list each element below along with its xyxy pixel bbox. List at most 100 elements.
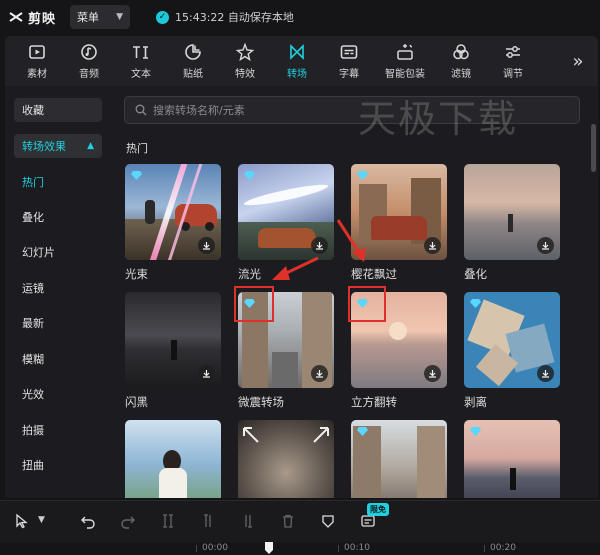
sidebar-item-hot[interactable]: 热门 [14, 170, 44, 194]
tool-label: 音频 [79, 69, 99, 80]
scrollbar[interactable] [591, 124, 596, 172]
trim-left-icon [204, 514, 211, 527]
tool-media[interactable]: 素材 [11, 38, 63, 84]
transition-card[interactable] [351, 420, 447, 498]
sidebar-item-blur[interactable]: 模糊 [14, 347, 44, 371]
transition-card[interactable]: 流光 [238, 164, 334, 282]
transition-card[interactable]: 闪黑 [125, 292, 221, 410]
sidebar-item-label: 最新 [22, 317, 44, 330]
sidebar-item-label: 扭曲 [22, 459, 44, 472]
download-icon[interactable] [537, 237, 554, 254]
tool-label: 特效 [235, 69, 255, 80]
tool-transitions[interactable]: 转场 [271, 38, 323, 84]
sidebar-item-light-fx[interactable]: 光效 [14, 382, 44, 406]
thumbnail-beam [125, 164, 221, 260]
download-icon[interactable] [424, 365, 441, 382]
download-icon[interactable] [424, 237, 441, 254]
sidebar-item-slideshow[interactable]: 幻灯片 [14, 240, 55, 264]
timecode-label: 00:20 [490, 543, 516, 553]
timecode-label: 00:00 [202, 543, 228, 553]
sidebar-item-distort[interactable]: 扭曲 [14, 453, 44, 477]
ruler-tick [338, 545, 339, 552]
tool-text[interactable]: 文本 [115, 38, 167, 84]
tool-audio[interactable]: 音频 [63, 38, 115, 84]
tool-sticker[interactable]: 贴纸 [167, 38, 219, 84]
zoom-arrows-icon [243, 427, 329, 443]
card-name: 微震转场 [238, 395, 284, 409]
sliders-icon [506, 46, 520, 58]
sidebar-item-label: 光效 [22, 388, 44, 401]
card-name: 闪黑 [125, 395, 148, 409]
highlight-box [234, 286, 274, 322]
sidebar-item-camera-move[interactable]: 运镜 [14, 276, 44, 300]
tool-smart-package[interactable]: 智能包装 [375, 38, 435, 84]
thumbnail [125, 420, 221, 498]
sidebar-group-transitions[interactable]: 转场效果 ▲ [14, 134, 102, 158]
split-icon [163, 514, 173, 528]
split-button[interactable] [160, 513, 176, 529]
tool-adjust[interactable]: 调节 [487, 38, 539, 84]
ruler-tick [484, 545, 485, 552]
tool-filters[interactable]: 滤镜 [435, 38, 487, 84]
transition-card[interactable] [238, 420, 334, 498]
thumbnail-sakura [351, 164, 447, 260]
sticker-icon [185, 44, 201, 60]
shield-marker-icon [322, 515, 334, 528]
trim-right-icon [245, 515, 252, 528]
title-bar: 剪映 菜单 ▼ ✓ 15:43:22 自动保存本地 [0, 0, 600, 34]
timeline-ruler[interactable]: 00:00 00:10 00:20 [0, 542, 600, 555]
playhead-icon[interactable] [264, 542, 274, 555]
vip-diamond-icon [357, 427, 368, 436]
tool-subtitles[interactable]: 字幕 [323, 38, 375, 84]
autosave-text: 15:43:22 自动保存本地 [175, 11, 294, 24]
download-icon[interactable] [198, 365, 215, 382]
text-ti-icon [133, 46, 148, 59]
sidebar-item-newest[interactable]: 最新 [14, 311, 44, 335]
chevron-down-icon: ▼ [116, 12, 124, 22]
tool-label: 素材 [27, 69, 47, 80]
transition-card[interactable]: 光束 [125, 164, 221, 282]
tool-label: 调节 [503, 69, 523, 80]
menu-dropdown[interactable]: 菜单 ▼ [70, 5, 131, 29]
sidebar-item-label: 热门 [22, 176, 44, 189]
sidebar-item-shooting[interactable]: 拍摄 [14, 418, 44, 442]
tool-effects[interactable]: 特效 [219, 38, 271, 84]
redo-button[interactable] [120, 513, 136, 529]
transition-card[interactable] [125, 420, 221, 498]
sidebar-item-dissolve[interactable]: 叠化 [14, 205, 44, 229]
filter-circles-icon [453, 44, 469, 60]
app-logo: 剪映 [8, 8, 56, 27]
vip-diamond-icon [244, 171, 255, 180]
download-icon[interactable] [198, 237, 215, 254]
sidebar-favorites[interactable]: 收藏 [14, 98, 102, 122]
card-name: 光束 [125, 267, 148, 281]
vip-diamond-icon [131, 171, 142, 180]
section-title: 热门 [126, 142, 148, 155]
subtitle-icon [340, 45, 358, 59]
download-icon[interactable] [311, 237, 328, 254]
chevron-down-icon[interactable]: ▼ [38, 515, 45, 525]
chevron-up-icon: ▲ [87, 141, 94, 151]
download-icon[interactable] [311, 365, 328, 382]
sidebar-item-label: 叠化 [22, 211, 44, 224]
vip-diamond-icon [470, 427, 481, 436]
download-icon[interactable] [537, 365, 554, 382]
asset-toolbar: 素材 音频 文本 贴纸 特效 转场 字幕 智能包装 滤镜 调节 » [5, 36, 598, 86]
trim-right-button[interactable] [240, 513, 256, 529]
undo-button[interactable] [80, 513, 96, 529]
more-tools-icon[interactable]: » [566, 51, 590, 72]
card-name: 流光 [238, 267, 261, 281]
trim-left-button[interactable] [200, 513, 216, 529]
card-name: 剥离 [464, 395, 487, 409]
delete-button[interactable] [280, 513, 296, 529]
transition-card[interactable]: 樱花飘过 [351, 164, 447, 282]
transition-card[interactable] [464, 420, 560, 498]
capcut-logo-icon [9, 12, 23, 22]
mark-button[interactable] [320, 513, 336, 529]
sidebar-item-label: 幻灯片 [22, 246, 55, 259]
sidebar-item-label: 收藏 [22, 104, 44, 117]
transition-card[interactable]: 剥离 [464, 292, 560, 410]
transition-card[interactable]: 叠化 [464, 164, 560, 282]
thumbnail [464, 420, 560, 498]
select-tool-button[interactable] [14, 513, 30, 529]
